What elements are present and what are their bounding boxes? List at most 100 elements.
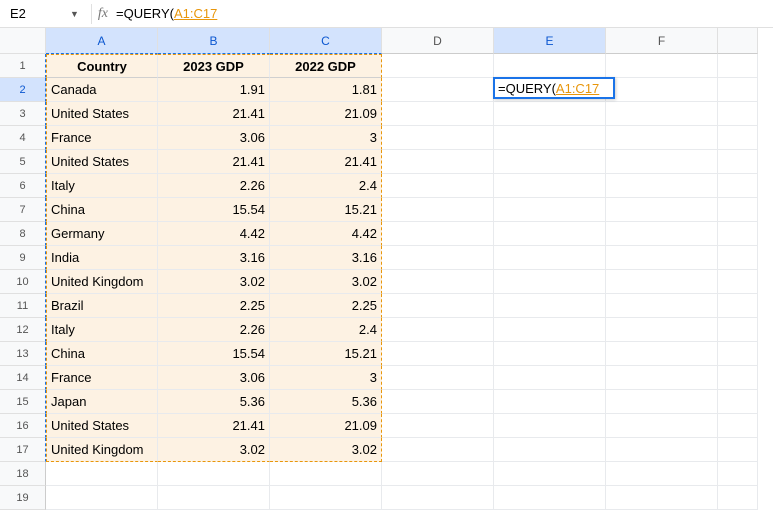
column-header-F[interactable]: F (606, 28, 718, 54)
cell-F10[interactable] (606, 270, 718, 294)
name-box-dropdown-icon[interactable]: ▼ (64, 9, 85, 19)
row-header-10[interactable]: 10 (0, 270, 46, 294)
row-header-13[interactable]: 13 (0, 342, 46, 366)
cell-E11[interactable] (494, 294, 606, 318)
column-header-E[interactable]: E (494, 28, 606, 54)
cell-partial-2[interactable] (718, 78, 758, 102)
cell-B16[interactable]: 21.41 (158, 414, 270, 438)
cell-D11[interactable] (382, 294, 494, 318)
cell-B11[interactable]: 2.25 (158, 294, 270, 318)
cell-C3[interactable]: 21.09 (270, 102, 382, 126)
cell-B14[interactable]: 3.06 (158, 366, 270, 390)
cell-E4[interactable] (494, 126, 606, 150)
cell-A14[interactable]: France (46, 366, 158, 390)
cell-B13[interactable]: 15.54 (158, 342, 270, 366)
row-header-15[interactable]: 15 (0, 390, 46, 414)
cell-A16[interactable]: United States (46, 414, 158, 438)
cell-C1[interactable]: 2022 GDP (270, 54, 382, 78)
column-header-D[interactable]: D (382, 28, 494, 54)
cell-F7[interactable] (606, 198, 718, 222)
cell-D7[interactable] (382, 198, 494, 222)
spreadsheet-grid[interactable]: ABCDEF =QUERY(A1:C17 1Country2023 GDP202… (0, 28, 773, 510)
cell-D13[interactable] (382, 342, 494, 366)
cell-partial-12[interactable] (718, 318, 758, 342)
cell-E19[interactable] (494, 486, 606, 510)
cell-partial-15[interactable] (718, 390, 758, 414)
cell-D1[interactable] (382, 54, 494, 78)
cell-F6[interactable] (606, 174, 718, 198)
cell-E14[interactable] (494, 366, 606, 390)
cell-partial-7[interactable] (718, 198, 758, 222)
row-header-11[interactable]: 11 (0, 294, 46, 318)
row-header-17[interactable]: 17 (0, 438, 46, 462)
cell-C16[interactable]: 21.09 (270, 414, 382, 438)
cell-D17[interactable] (382, 438, 494, 462)
cell-A1[interactable]: Country (46, 54, 158, 78)
cell-A11[interactable]: Brazil (46, 294, 158, 318)
cell-F8[interactable] (606, 222, 718, 246)
column-header-A[interactable]: A (46, 28, 158, 54)
cell-E8[interactable] (494, 222, 606, 246)
cell-C18[interactable] (270, 462, 382, 486)
cell-C5[interactable]: 21.41 (270, 150, 382, 174)
select-all-corner[interactable] (0, 28, 46, 54)
cell-B15[interactable]: 5.36 (158, 390, 270, 414)
row-header-12[interactable]: 12 (0, 318, 46, 342)
cell-partial-19[interactable] (718, 486, 758, 510)
cell-E13[interactable] (494, 342, 606, 366)
cell-E7[interactable] (494, 198, 606, 222)
cell-B18[interactable] (158, 462, 270, 486)
formula-input[interactable]: =QUERY(A1:C17 (116, 6, 769, 21)
cell-F12[interactable] (606, 318, 718, 342)
cell-E12[interactable] (494, 318, 606, 342)
cell-A7[interactable]: China (46, 198, 158, 222)
active-cell-editor[interactable]: =QUERY(A1:C17 (493, 77, 615, 99)
cell-D2[interactable] (382, 78, 494, 102)
row-header-16[interactable]: 16 (0, 414, 46, 438)
cell-E17[interactable] (494, 438, 606, 462)
cell-A6[interactable]: Italy (46, 174, 158, 198)
cell-partial-13[interactable] (718, 342, 758, 366)
row-header-6[interactable]: 6 (0, 174, 46, 198)
row-header-7[interactable]: 7 (0, 198, 46, 222)
row-header-2[interactable]: 2 (0, 78, 46, 102)
cell-C2[interactable]: 1.81 (270, 78, 382, 102)
cell-F2[interactable] (606, 78, 718, 102)
cell-A4[interactable]: France (46, 126, 158, 150)
cell-B7[interactable]: 15.54 (158, 198, 270, 222)
cell-F19[interactable] (606, 486, 718, 510)
cell-E3[interactable] (494, 102, 606, 126)
cell-E6[interactable] (494, 174, 606, 198)
cell-A19[interactable] (46, 486, 158, 510)
cell-A10[interactable]: United Kingdom (46, 270, 158, 294)
column-header-partial[interactable] (718, 28, 758, 54)
cell-A13[interactable]: China (46, 342, 158, 366)
cell-D15[interactable] (382, 390, 494, 414)
cell-D18[interactable] (382, 462, 494, 486)
cell-F3[interactable] (606, 102, 718, 126)
cell-A2[interactable]: Canada (46, 78, 158, 102)
cell-C6[interactable]: 2.4 (270, 174, 382, 198)
cell-D14[interactable] (382, 366, 494, 390)
cell-C13[interactable]: 15.21 (270, 342, 382, 366)
cell-D19[interactable] (382, 486, 494, 510)
cell-E9[interactable] (494, 246, 606, 270)
cell-A3[interactable]: United States (46, 102, 158, 126)
cell-B6[interactable]: 2.26 (158, 174, 270, 198)
cell-B5[interactable]: 21.41 (158, 150, 270, 174)
cell-B2[interactable]: 1.91 (158, 78, 270, 102)
cell-C9[interactable]: 3.16 (270, 246, 382, 270)
cell-E15[interactable] (494, 390, 606, 414)
cell-D9[interactable] (382, 246, 494, 270)
cell-partial-4[interactable] (718, 126, 758, 150)
cell-F16[interactable] (606, 414, 718, 438)
cell-A9[interactable]: India (46, 246, 158, 270)
cell-A8[interactable]: Germany (46, 222, 158, 246)
cell-partial-3[interactable] (718, 102, 758, 126)
name-box[interactable]: E2 (4, 4, 64, 23)
cell-B9[interactable]: 3.16 (158, 246, 270, 270)
cell-A17[interactable]: United Kingdom (46, 438, 158, 462)
cell-partial-9[interactable] (718, 246, 758, 270)
row-header-5[interactable]: 5 (0, 150, 46, 174)
cell-E10[interactable] (494, 270, 606, 294)
